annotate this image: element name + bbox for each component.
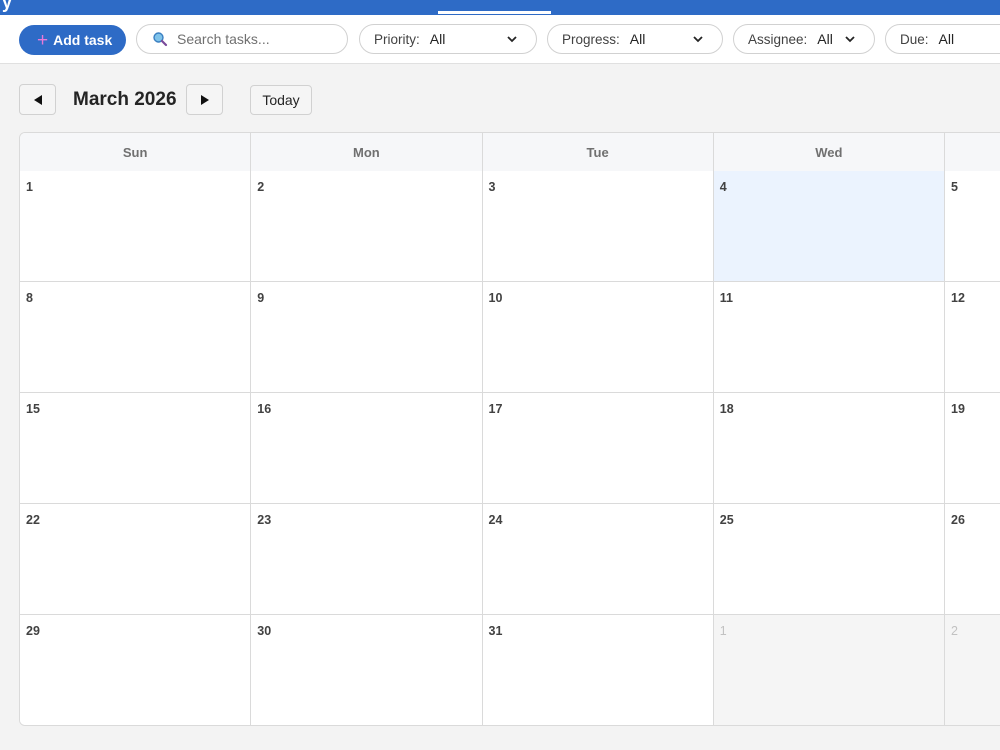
plus-icon: +	[37, 29, 49, 51]
priority-filter-value: All	[429, 31, 446, 47]
toolbar: + Add task Priority: All Progress: All A…	[0, 15, 1000, 64]
weekday-mon: Mon	[251, 133, 483, 171]
prev-month-button[interactable]	[19, 84, 56, 115]
search-icon	[153, 32, 168, 47]
calendar-day[interactable]: 22	[20, 504, 252, 615]
progress-filter-label: Progress:	[562, 31, 620, 47]
progress-filter-value: All	[629, 31, 646, 47]
day-number: 24	[488, 513, 503, 527]
calendar-day[interactable]: 26	[945, 504, 1000, 615]
assignee-filter-label: Assignee:	[748, 31, 808, 47]
due-filter-value: All	[938, 31, 955, 47]
day-number: 3	[488, 180, 496, 194]
day-number: 17	[488, 402, 503, 416]
app-bar: y	[0, 0, 1000, 15]
chevron-down-icon	[507, 36, 517, 43]
calendar-day[interactable]: 31	[482, 615, 714, 725]
day-number: 22	[26, 513, 40, 527]
progress-filter[interactable]: Progress: All	[547, 24, 723, 54]
calendar-day[interactable]: 29	[20, 615, 252, 725]
chevron-down-icon	[693, 36, 703, 43]
add-task-button[interactable]: + Add task	[19, 25, 126, 55]
chevron-down-icon	[845, 36, 855, 43]
day-number: 4	[719, 180, 727, 194]
day-number: 30	[257, 624, 272, 638]
priority-filter-label: Priority:	[374, 31, 420, 47]
weekday-tue: Tue	[483, 133, 714, 171]
day-number: 25	[719, 513, 734, 527]
app-logo: y	[2, 0, 13, 12]
day-number: 1	[26, 180, 33, 194]
day-number: 12	[951, 291, 965, 305]
weekday-sun: Sun	[20, 133, 252, 171]
calendar-day[interactable]: 23	[251, 504, 483, 615]
day-number: 26	[951, 513, 965, 527]
calendar-day[interactable]: 5	[945, 171, 1000, 282]
day-number: 2	[257, 180, 265, 194]
weekday-wed: Wed	[714, 133, 945, 171]
calendar-day[interactable]: 11	[713, 282, 945, 393]
calendar-day[interactable]: 1	[713, 615, 945, 725]
next-month-button[interactable]	[186, 84, 223, 115]
calendar-day[interactable]: 3	[482, 171, 714, 282]
priority-filter[interactable]: Priority: All	[359, 24, 537, 54]
calendar-day[interactable]: 25	[713, 504, 945, 615]
day-number: 18	[719, 402, 734, 416]
calendar-day[interactable]: 12	[945, 282, 1000, 393]
day-number: 1	[719, 624, 727, 638]
day-number: 29	[26, 624, 40, 638]
day-number: 16	[257, 402, 272, 416]
calendar-day[interactable]: 1	[20, 171, 252, 282]
day-number: 11	[719, 291, 733, 305]
weekday-header-row: SunMonTueWedThu	[20, 133, 1000, 172]
search-input[interactable]	[175, 30, 339, 48]
calendar-day[interactable]: 9	[251, 282, 483, 393]
prev-arrow-icon	[33, 94, 42, 105]
calendar-day[interactable]: 2	[251, 171, 483, 282]
assignee-filter-value: All	[817, 31, 833, 47]
calendar-day[interactable]: 24	[482, 504, 714, 615]
due-filter[interactable]: Due: All	[885, 24, 1000, 54]
calendar-day[interactable]: 19	[945, 393, 1000, 504]
month-title: March 2026	[73, 89, 177, 110]
calendar-day[interactable]: 17	[482, 393, 714, 504]
assignee-filter[interactable]: Assignee: All	[733, 24, 875, 54]
calendar-day[interactable]: 18	[713, 393, 945, 504]
next-arrow-icon	[200, 94, 209, 105]
search-box[interactable]	[136, 24, 348, 54]
day-number: 10	[488, 291, 503, 305]
calendar-day[interactable]: 30	[251, 615, 483, 725]
due-filter-label: Due:	[900, 31, 929, 47]
calendar-day[interactable]: 8	[20, 282, 252, 393]
calendar-day[interactable]: 15	[20, 393, 252, 504]
calendar-day[interactable]: 2	[945, 615, 1000, 725]
calendar-day-today[interactable]: 4	[713, 171, 945, 282]
calendar-day[interactable]: 10	[482, 282, 714, 393]
calendar-day[interactable]: 16	[251, 393, 483, 504]
active-tab-indicator	[438, 11, 551, 14]
calendar-grid: SunMonTueWedThu 123458910111215161718192…	[19, 132, 1000, 726]
day-number: 9	[257, 291, 265, 305]
day-number: 31	[488, 624, 503, 638]
today-button[interactable]: Today	[250, 85, 312, 115]
day-number: 2	[951, 624, 958, 638]
day-number: 8	[26, 291, 33, 305]
day-number: 15	[26, 402, 40, 416]
day-number: 19	[951, 402, 965, 416]
weekday-thu: Thu	[945, 133, 1000, 171]
add-task-label: Add task	[53, 32, 113, 48]
day-number: 5	[951, 180, 958, 194]
day-number: 23	[257, 513, 272, 527]
